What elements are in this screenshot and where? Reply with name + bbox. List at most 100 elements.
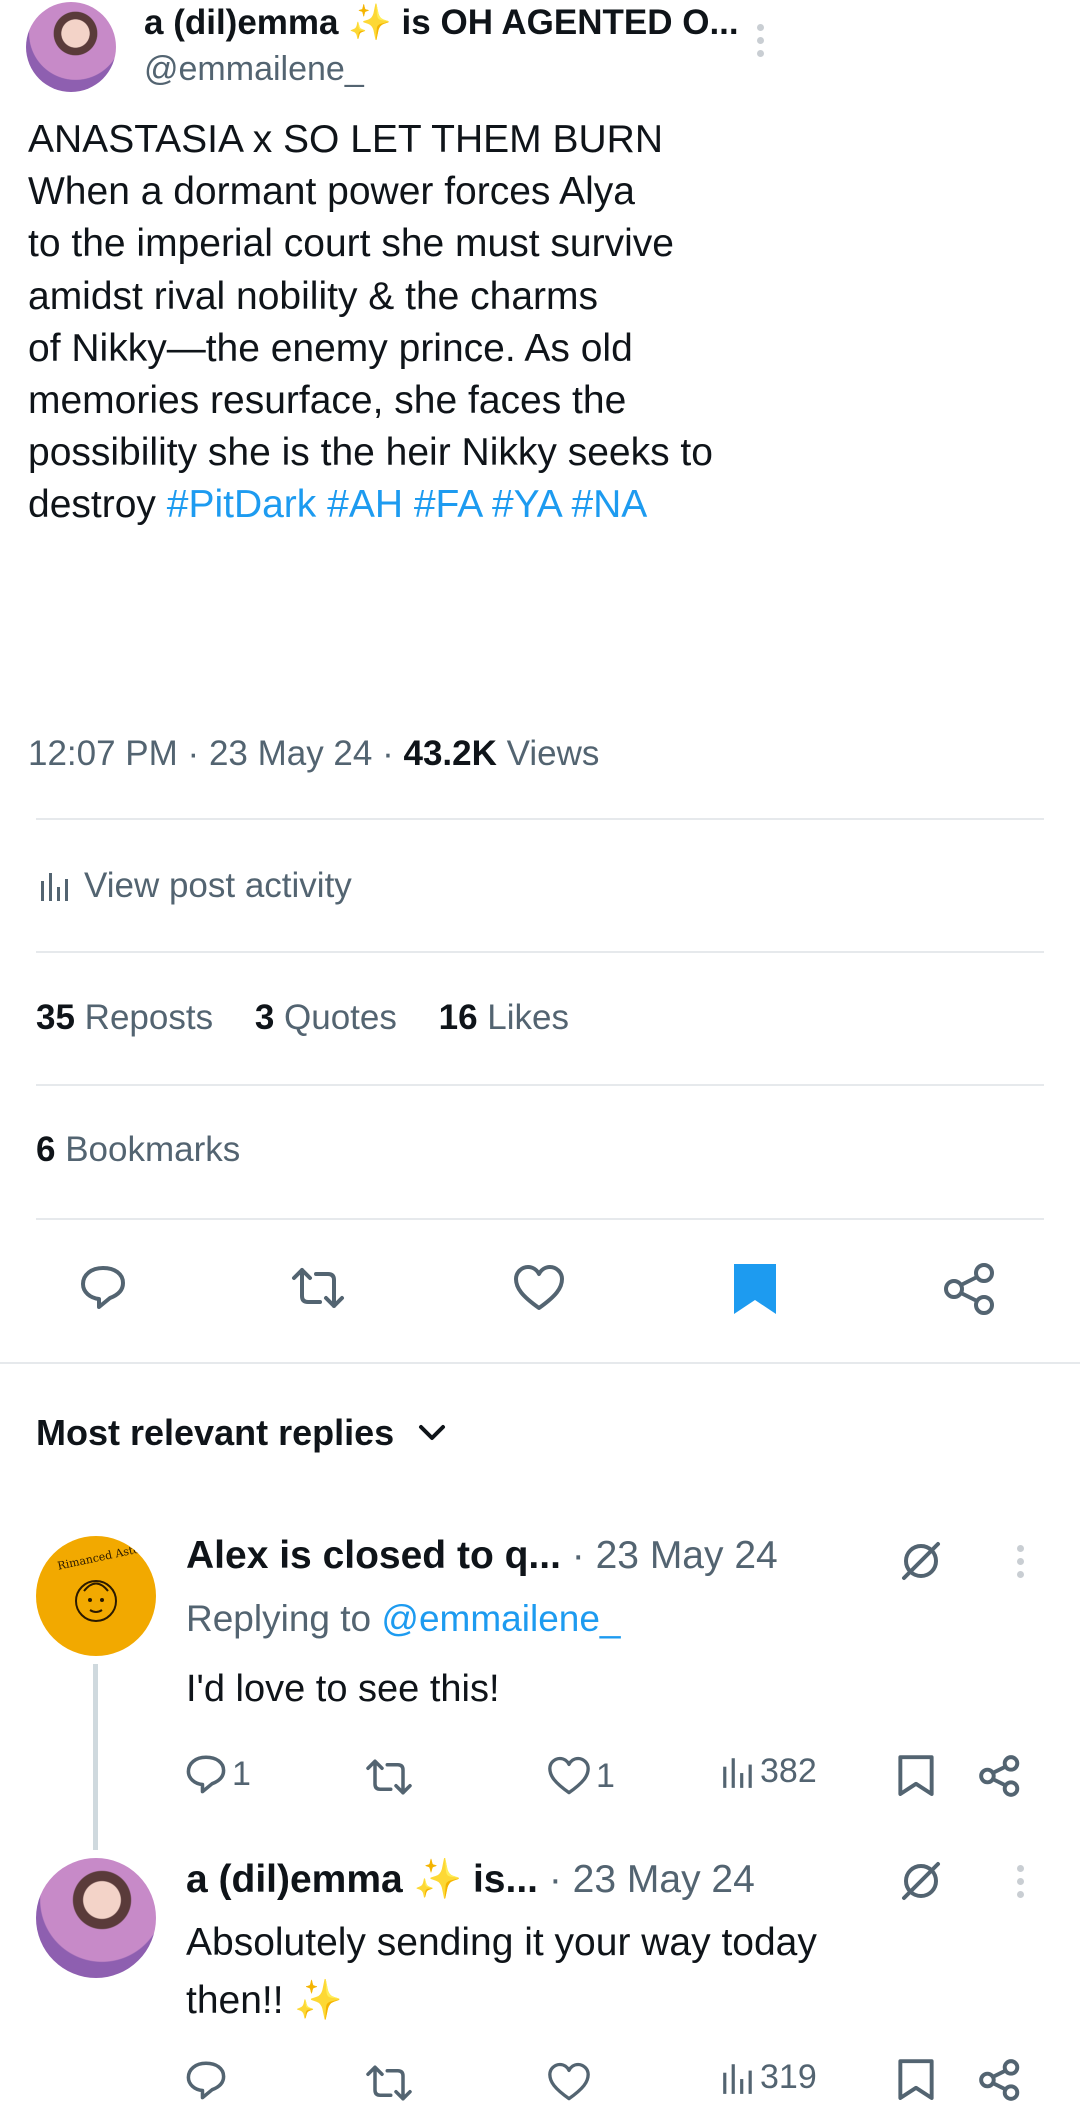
author-avatar[interactable] (26, 2, 116, 92)
reply-header: a (dil)emma ✨ is... · 23 May 24 (186, 1856, 755, 1902)
view-post-activity[interactable]: View post activity (38, 866, 352, 906)
post-time[interactable]: 12:07 PM (28, 734, 178, 773)
like-icon[interactable] (546, 2062, 592, 2102)
grok-icon[interactable] (898, 1538, 944, 1584)
reply-icon (186, 1755, 226, 1794)
share-icon[interactable] (978, 1754, 1022, 1798)
reply-author-suffix: is... (462, 1858, 539, 1901)
reply-views[interactable]: 319 (720, 2058, 817, 2097)
thread-line (93, 1664, 98, 1850)
post-text-line: destroy #PitDark #AH #FA #YA #NA (28, 479, 1058, 531)
kebab-icon[interactable] (1010, 1545, 1030, 1578)
stats-icon (723, 2063, 752, 2094)
hashtag-link[interactable]: #FA (414, 483, 481, 526)
reply-views[interactable]: 382 (720, 1752, 817, 1791)
reply-text-line: then!! ✨ (186, 1972, 817, 2030)
likes-count: 16 (438, 998, 478, 1037)
post-text-line: to the imperial court she must survive (28, 222, 674, 266)
reposts-label: Reposts (84, 998, 214, 1037)
grok-icon[interactable] (898, 1858, 944, 1904)
sparkle-icon: ✨ (348, 3, 392, 42)
reposts-count: 35 (36, 998, 75, 1037)
repost-icon[interactable] (364, 1756, 414, 1798)
reply-author-text: a (dil)emma (186, 1858, 403, 1901)
view-post-activity-label: View post activity (84, 866, 352, 905)
post-text-line: When a dormant power forces Alya (28, 170, 635, 214)
share-icon[interactable] (942, 1262, 998, 1316)
reply-like-button[interactable]: 1 (546, 1756, 615, 1796)
divider (36, 951, 1044, 953)
author-handle[interactable]: @emmailene_ (144, 50, 364, 89)
quotes-count: 3 (254, 998, 275, 1037)
reposts-stat[interactable]: 35 Reposts (36, 998, 213, 1037)
bookmarks-label: Bookmarks (65, 1130, 241, 1169)
bookmarks-stat[interactable]: 6 Bookmarks (36, 1130, 240, 1170)
stats-icon (723, 1757, 752, 1788)
divider (36, 1218, 1044, 1220)
hashtag-link[interactable]: #NA (571, 483, 647, 526)
post-meta: 12:07 PM · 23 May 24 · 43.2K Views (28, 734, 599, 774)
quotes-stat[interactable]: 3 Quotes (255, 998, 397, 1037)
like-count: 1 (596, 1756, 615, 1795)
views-label: Views (506, 734, 600, 773)
author-name-suffix: is OH AGENTED O... (391, 3, 739, 42)
replying-to-handle[interactable]: @emmailene_ (381, 1598, 620, 1639)
likes-label: Likes (487, 998, 569, 1037)
avatar-text: Rimanced Asterion (56, 1546, 146, 1573)
reply-avatar[interactable]: Rimanced Asterion (36, 1536, 156, 1656)
reply-icon[interactable] (78, 1262, 128, 1312)
like-icon[interactable] (512, 1264, 566, 1312)
reply-date[interactable]: · 23 May 24 (572, 1534, 778, 1577)
repost-icon[interactable] (290, 1264, 346, 1312)
stats-icon (41, 873, 68, 901)
sparkle-icon: ✨ (413, 1858, 463, 1901)
stats-row: 35 Reposts 3 Quotes 16 Likes (36, 998, 569, 1038)
repost-icon[interactable] (364, 2062, 414, 2104)
reply-author[interactable]: Alex is closed to q... (186, 1534, 561, 1577)
bookmark-icon[interactable] (898, 2058, 934, 2102)
post-text-prefix: destroy (28, 483, 156, 527)
share-icon[interactable] (978, 2058, 1022, 2102)
quotes-label: Quotes (284, 998, 397, 1037)
post-text-line: of Nikky—the enemy prince. As old (28, 326, 633, 370)
reply-count: 1 (232, 1754, 251, 1793)
likes-stat[interactable]: 16 Likes (439, 998, 569, 1037)
replies-sort-label: Most relevant replies (36, 1412, 395, 1453)
replying-to-label: Replying to (186, 1598, 372, 1639)
meta-separator: · (382, 734, 394, 773)
hashtag-link[interactable]: #YA (492, 483, 561, 526)
hashtag-link[interactable]: #PitDark (167, 483, 317, 526)
post-text-line: memories resurface, she faces the (28, 379, 627, 423)
post-text: ANASTASIA x SO LET THEM BURN When a dorm… (28, 114, 1058, 532)
reply-icon[interactable] (184, 2058, 228, 2102)
bookmark-icon[interactable] (732, 1262, 778, 1316)
reply-date[interactable]: · 23 May 24 (549, 1858, 755, 1901)
reply-text-line: Absolutely sending it your way today (186, 1921, 817, 1964)
kebab-icon[interactable] (750, 24, 770, 57)
view-count: 382 (760, 1752, 817, 1790)
post-text-line: ANASTASIA x SO LET THEM BURN (28, 118, 663, 161)
divider (36, 1084, 1044, 1086)
reply-text: Absolutely sending it your way today the… (186, 1914, 817, 2030)
reply-reply-button[interactable]: 1 (184, 1752, 251, 1796)
views-count: 43.2K (403, 734, 497, 773)
reply-avatar[interactable] (36, 1858, 156, 1978)
post-text-line: possibility she is the heir Nikky seeks … (28, 431, 713, 475)
hashtag-link[interactable]: #AH (327, 483, 403, 526)
post-date[interactable]: 23 May 24 (209, 734, 372, 773)
view-count: 319 (760, 2058, 817, 2096)
section-divider (0, 1362, 1080, 1364)
sparkle-icon: ✨ (294, 1979, 343, 2022)
bookmark-icon[interactable] (898, 1754, 934, 1798)
replies-sort-dropdown[interactable]: Most relevant replies (36, 1412, 446, 1454)
meta-separator: · (187, 734, 200, 773)
sketch-face-icon: Rimanced Asterion (56, 1546, 146, 1622)
reply-text-line-content: then!! (186, 1979, 284, 2022)
like-icon (548, 1756, 590, 1795)
author-name[interactable]: a (dil)emma ✨ is OH AGENTED O... (144, 2, 739, 43)
divider (36, 818, 1044, 820)
reply-author[interactable]: a (dil)emma ✨ is... (186, 1858, 538, 1901)
kebab-icon[interactable] (1010, 1865, 1030, 1898)
reply-header: Alex is closed to q... · 23 May 24 (186, 1534, 778, 1578)
post-text-line: amidst rival nobility & the charms (28, 274, 599, 318)
